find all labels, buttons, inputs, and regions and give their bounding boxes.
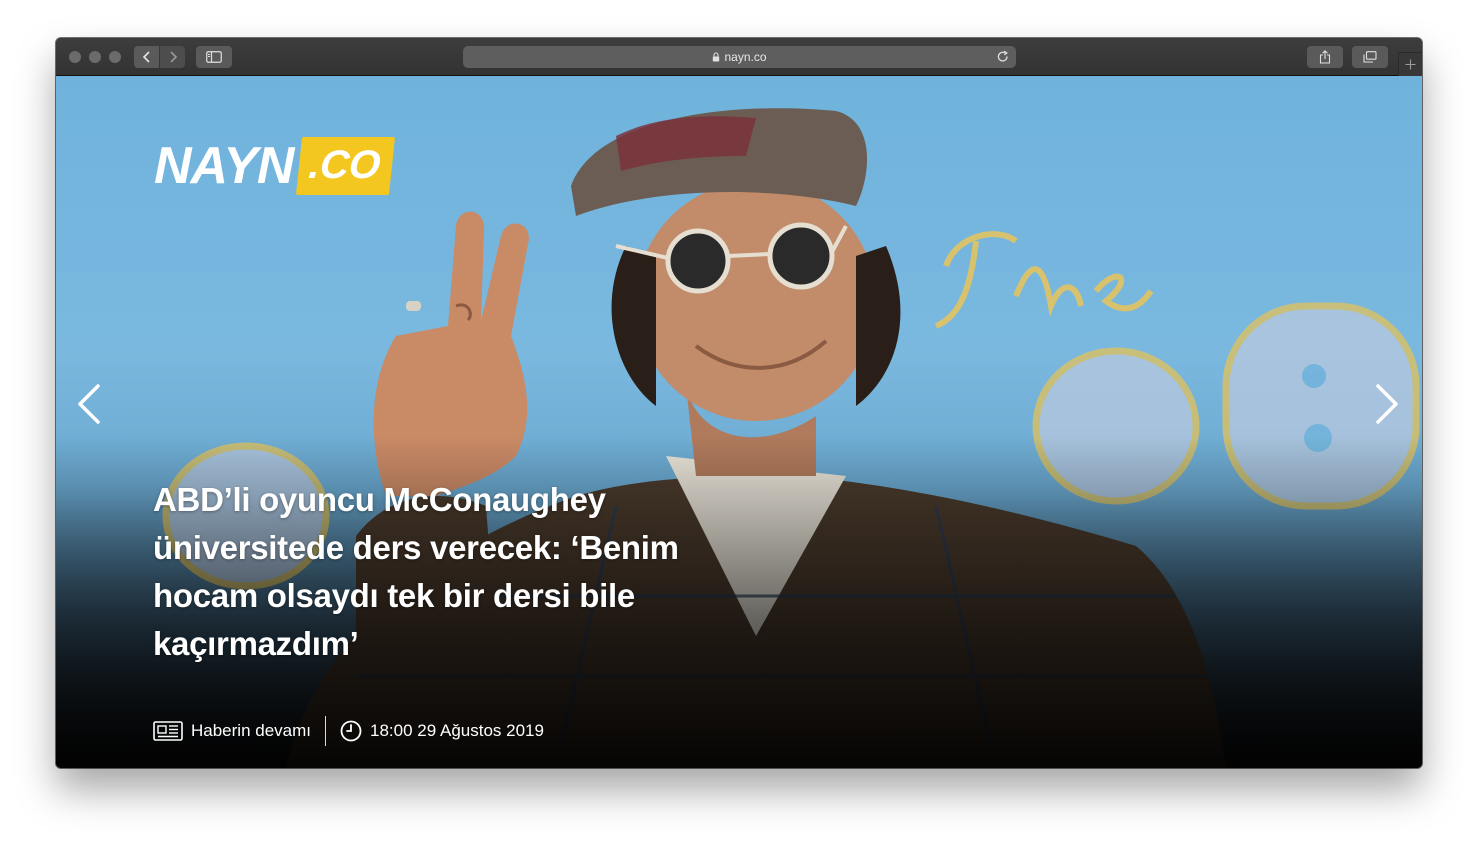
browser-toolbar: nayn.co bbox=[56, 38, 1422, 76]
plus-icon bbox=[1405, 59, 1416, 70]
read-more-link[interactable]: Haberin devamı bbox=[153, 721, 311, 741]
forward-button[interactable] bbox=[160, 46, 185, 68]
browser-window: nayn.co NAYN .CO ABD’li oyuncu McConaugh… bbox=[56, 38, 1422, 768]
clock-icon bbox=[340, 720, 362, 742]
close-window-button[interactable] bbox=[69, 51, 81, 63]
show-tabs-button[interactable] bbox=[1352, 46, 1388, 68]
chevron-left-icon bbox=[142, 51, 150, 63]
share-icon bbox=[1319, 50, 1331, 64]
headline-line: ABD’li oyuncu McConaughey bbox=[153, 481, 606, 518]
logo-nayn-text: NAYN bbox=[154, 137, 294, 195]
chevron-right-icon bbox=[169, 51, 177, 63]
previous-slide-button[interactable] bbox=[74, 381, 104, 427]
next-slide-button[interactable] bbox=[1372, 381, 1402, 427]
reload-icon[interactable] bbox=[996, 50, 1010, 64]
lock-icon bbox=[713, 52, 720, 62]
new-tab-button[interactable] bbox=[1398, 52, 1422, 76]
headline-line: hocam olsaydı tek bir dersi bile bbox=[153, 577, 635, 614]
sidebar-toggle-button[interactable] bbox=[196, 46, 232, 68]
minimize-window-button[interactable] bbox=[89, 51, 101, 63]
url-text: nayn.co bbox=[724, 50, 767, 64]
sidebar-icon bbox=[206, 51, 222, 63]
address-bar[interactable]: nayn.co bbox=[463, 46, 1016, 68]
slide-headline[interactable]: ABD’li oyuncu McConaughey üniversitede d… bbox=[153, 476, 793, 668]
zoom-window-button[interactable] bbox=[109, 51, 121, 63]
publish-date: 18:00 29 Ağustos 2019 bbox=[340, 720, 544, 742]
logo-co-badge: .CO bbox=[296, 137, 396, 195]
chevron-right-icon bbox=[1376, 384, 1398, 424]
publish-date-text: 18:00 29 Ağustos 2019 bbox=[370, 721, 544, 740]
share-button[interactable] bbox=[1307, 46, 1343, 68]
back-button[interactable] bbox=[134, 46, 159, 68]
read-more-label: Haberin devamı bbox=[191, 721, 312, 740]
hero-slider[interactable]: NAYN .CO ABD’li oyuncu McConaughey ünive… bbox=[56, 76, 1422, 768]
headline-line: üniversitede ders verecek: ‘Benim bbox=[153, 529, 679, 566]
slide-meta: Haberin devamı 18:00 29 Ağustos 2019 bbox=[153, 716, 544, 746]
headline-line: kaçırmazdım’ bbox=[153, 625, 359, 662]
chevron-left-icon bbox=[78, 384, 100, 424]
tabs-icon bbox=[1363, 51, 1377, 63]
site-logo[interactable]: NAYN .CO bbox=[154, 136, 396, 196]
meta-divider bbox=[325, 716, 327, 746]
newspaper-icon bbox=[153, 721, 183, 741]
